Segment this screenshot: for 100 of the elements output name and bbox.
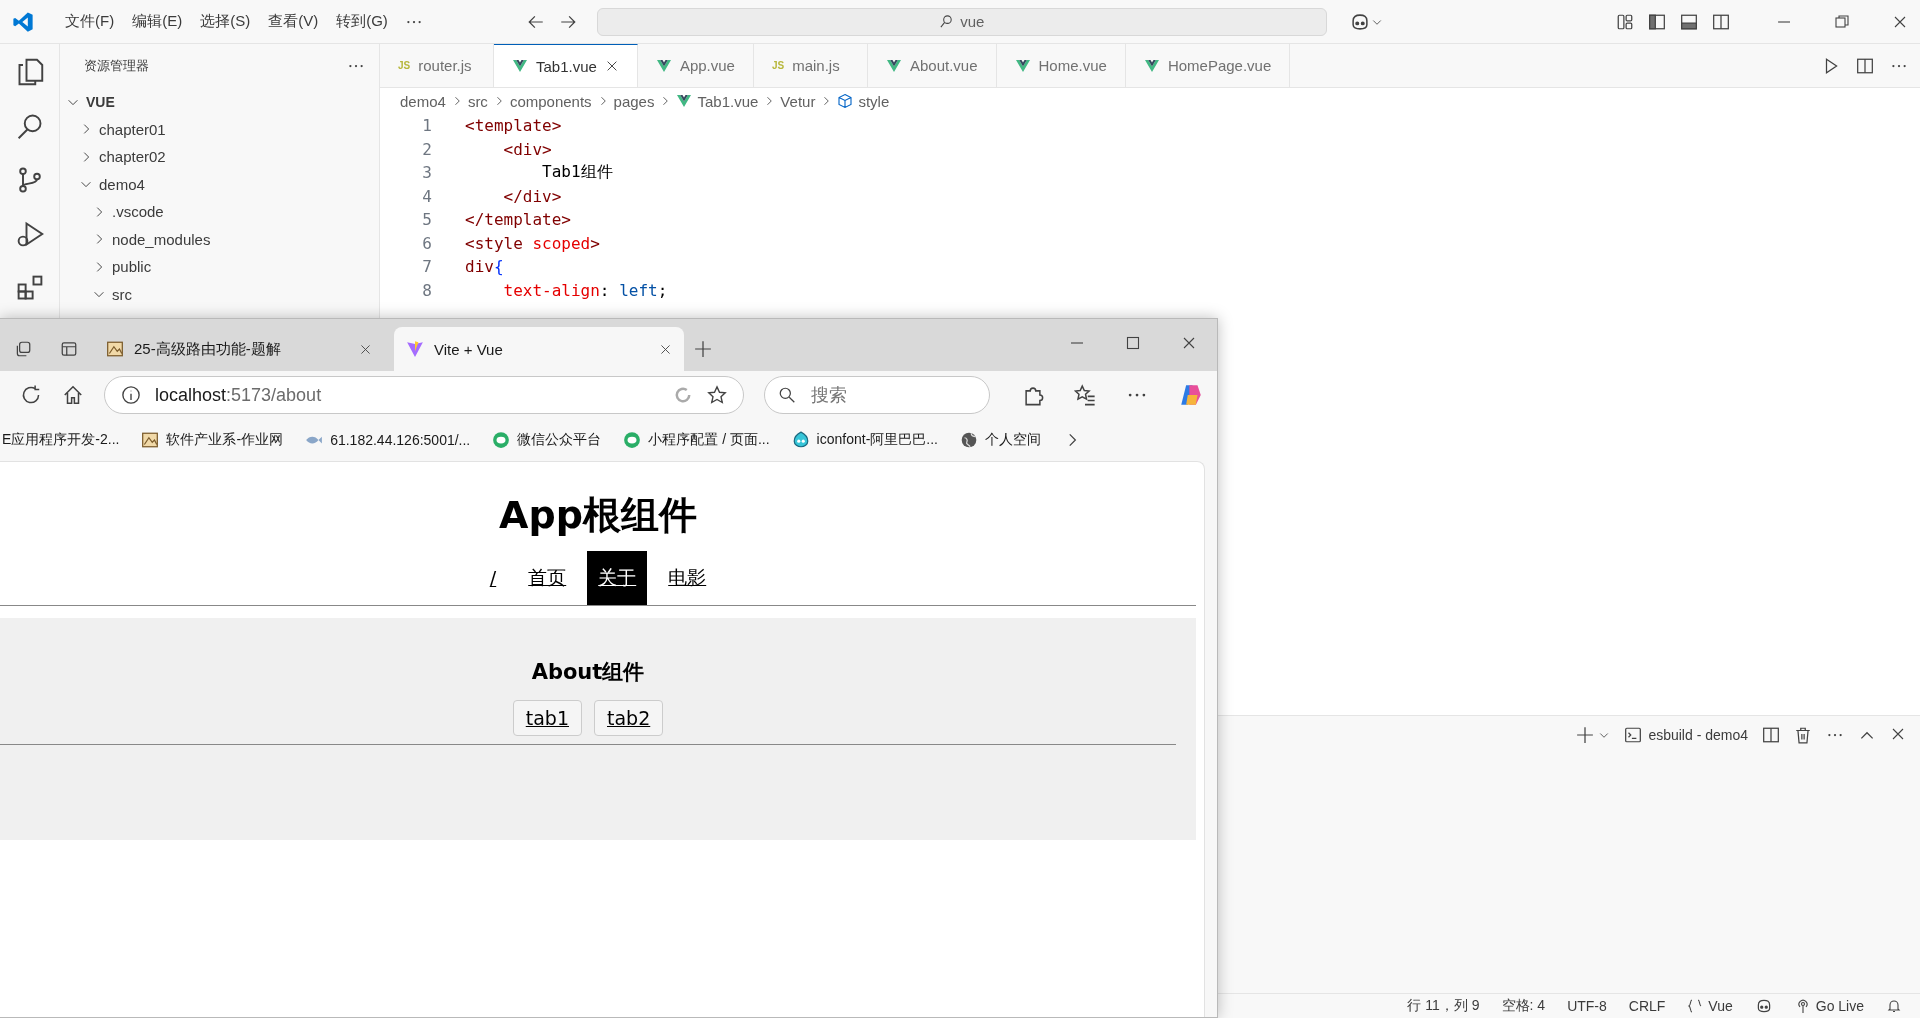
- search-field[interactable]: 搜索: [764, 376, 990, 414]
- bookmark[interactable]: E应用程序开发-2...: [2, 431, 120, 449]
- extensions-icon[interactable]: [15, 274, 44, 302]
- code-token: div: [465, 257, 494, 277]
- restore-icon[interactable]: [1834, 13, 1850, 30]
- section-heading: About组件: [530, 659, 646, 686]
- status-item[interactable]: UTF-8: [1567, 998, 1607, 1014]
- line-number: 6: [421, 233, 432, 253]
- menu-item[interactable]: 文件(F): [56, 8, 124, 35]
- new-tab-icon[interactable]: [694, 340, 712, 358]
- editor-tab[interactable]: Home.vue: [996, 44, 1126, 87]
- js-file-icon: JS: [398, 60, 411, 71]
- vite-logo-icon: [406, 340, 424, 358]
- tree-item[interactable]: node_modules: [112, 230, 211, 248]
- star-icon[interactable]: [707, 385, 727, 405]
- info-icon[interactable]: [121, 385, 141, 405]
- editor-tab[interactable]: Tab1.vue: [494, 44, 638, 87]
- maximize-icon[interactable]: [1125, 335, 1141, 351]
- picture-icon: [141, 431, 160, 449]
- vue-file-icon: [512, 58, 528, 74]
- breadcrumb-item[interactable]: Tab1.vue: [697, 92, 759, 110]
- tree-item[interactable]: public: [112, 258, 152, 276]
- tab-link-button[interactable]: tab1: [512, 700, 582, 736]
- nav-link[interactable]: 电影: [657, 551, 718, 605]
- menu-item[interactable]: 编辑(E): [123, 8, 192, 35]
- tree-item[interactable]: demo4: [99, 175, 145, 193]
- tree-item[interactable]: VUE: [86, 93, 115, 110]
- bookmark[interactable]: 微信公众平台: [517, 431, 602, 449]
- terminal-tab[interactable]: esbuild - demo4: [1648, 727, 1748, 743]
- line-number: 5: [421, 210, 432, 230]
- panel-icon[interactable]: [1680, 12, 1698, 31]
- tab-link-button[interactable]: tab2: [594, 700, 664, 736]
- picture-icon: [106, 340, 124, 358]
- close-icon[interactable]: [359, 342, 372, 356]
- close-icon[interactable]: [659, 342, 672, 356]
- bookmark[interactable]: 软件产业系-作业网: [166, 431, 284, 449]
- puzzle-icon[interactable]: [1022, 384, 1044, 406]
- status-item[interactable]: 行 11，列 9: [1407, 997, 1480, 1015]
- layout-icon[interactable]: [1616, 12, 1634, 31]
- close-icon[interactable]: [1890, 726, 1906, 742]
- bookmark[interactable]: 个人空间: [985, 431, 1041, 449]
- code-token: </div>: [502, 186, 562, 206]
- code-token: <div>: [502, 139, 552, 159]
- language-mode[interactable]: Vue: [1708, 998, 1733, 1014]
- editor-tab[interactable]: About.vue: [867, 44, 997, 87]
- tree-item[interactable]: src: [112, 285, 132, 303]
- nav-link[interactable]: 首页: [517, 551, 578, 605]
- split-editor-icon[interactable]: [1856, 56, 1874, 75]
- js-file-icon: JS: [771, 60, 785, 71]
- tab-actions-icon[interactable]: [60, 340, 78, 358]
- chat-bubble-icon: [623, 431, 642, 449]
- bell-icon[interactable]: [1886, 998, 1902, 1014]
- copilot-logo-icon[interactable]: [1178, 382, 1204, 408]
- bookmark[interactable]: iconfont-阿里巴巴...: [816, 431, 938, 449]
- status-item[interactable]: CRLF: [1628, 998, 1666, 1014]
- nav-link[interactable]: /: [478, 553, 508, 603]
- globe-icon: [960, 431, 978, 449]
- bookmark[interactable]: 小程序配置 / 页面...: [648, 431, 770, 449]
- breadcrumb-item[interactable]: components: [509, 92, 592, 110]
- home-icon[interactable]: [62, 384, 84, 406]
- code-token: {: [493, 257, 504, 277]
- address-bar[interactable]: localhost:5173/about: [104, 376, 744, 414]
- tree-item[interactable]: chapter02: [99, 148, 166, 166]
- workspaces-icon[interactable]: [14, 340, 32, 358]
- run-debug-icon[interactable]: [15, 220, 44, 248]
- breadcrumb-item[interactable]: style: [858, 92, 890, 110]
- menu-item[interactable]: 查看(V): [259, 8, 328, 35]
- tree-item[interactable]: .vscode: [112, 203, 164, 221]
- code-token: :: [599, 280, 611, 300]
- browser-tab[interactable]: Vite + Vue: [394, 327, 684, 371]
- code-token: </template>: [465, 210, 571, 230]
- nav-link[interactable]: 关于: [587, 551, 648, 605]
- favorites-icon[interactable]: [1074, 384, 1096, 406]
- page-heading: App根组件: [498, 492, 698, 539]
- breadcrumb-item[interactable]: pages: [613, 92, 655, 110]
- breadcrumb-item[interactable]: Vetur: [780, 92, 816, 110]
- trash-icon[interactable]: [1794, 726, 1812, 744]
- split-icon[interactable]: [1712, 12, 1730, 31]
- menu-item[interactable]: 选择(S): [191, 8, 260, 35]
- editor-tab[interactable]: HomePage.vue: [1125, 44, 1291, 87]
- command-center[interactable]: vue: [596, 7, 1327, 36]
- plus-icon[interactable]: [1576, 726, 1595, 744]
- search-icon[interactable]: [15, 112, 44, 140]
- go-live-button[interactable]: Go Live: [1815, 998, 1864, 1014]
- split-icon[interactable]: [1762, 726, 1780, 744]
- editor-tab[interactable]: JS main.js: [753, 44, 868, 87]
- breadcrumb-item[interactable]: demo4: [400, 92, 446, 110]
- status-item[interactable]: 空格: 4: [1501, 997, 1546, 1015]
- tree-item[interactable]: chapter01: [99, 120, 166, 138]
- menu-item[interactable]: 转到(G): [327, 8, 397, 35]
- breadcrumb-item[interactable]: src: [467, 92, 488, 110]
- terminal-icon: [1624, 726, 1643, 744]
- browser-tab[interactable]: 25-高级路由功能-题解: [94, 327, 384, 371]
- vue-file-icon: [1143, 57, 1160, 74]
- sidebar-title: 资源管理器: [84, 57, 149, 75]
- editor-tab[interactable]: App.vue: [637, 44, 754, 87]
- reload-icon[interactable]: [20, 384, 42, 406]
- sidebar-icon[interactable]: [1648, 12, 1666, 31]
- bookmark[interactable]: 61.182.44.126:5001/...: [330, 432, 471, 448]
- close-icon[interactable]: [1181, 335, 1197, 351]
